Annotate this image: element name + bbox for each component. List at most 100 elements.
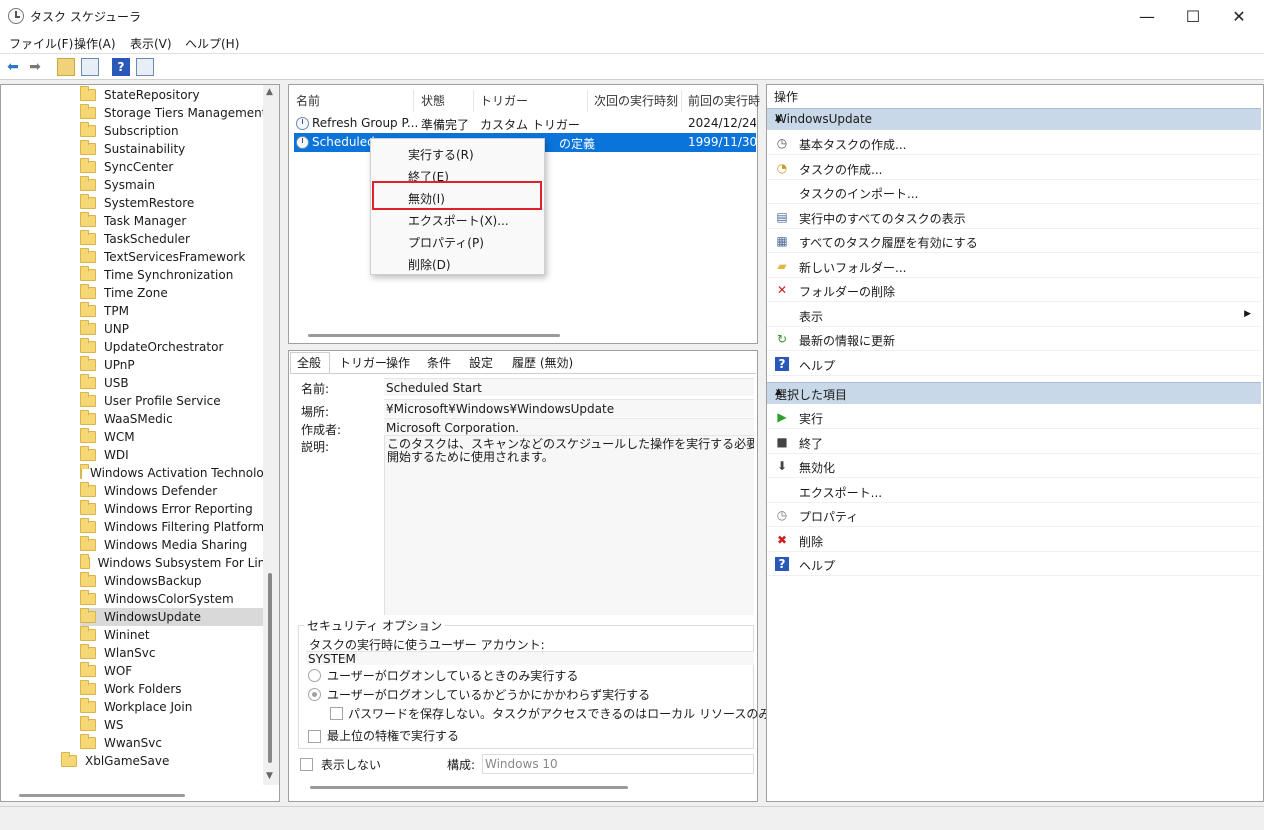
action-item[interactable]: タスクのインポート... <box>767 180 1261 204</box>
action-item[interactable]: ▦ すべてのタスク履歴を有効にする <box>767 229 1261 253</box>
tree-folder-item[interactable]: Windows Media Sharing <box>80 536 279 554</box>
column-trigger[interactable]: トリガー <box>480 92 528 109</box>
tree-folder-item[interactable]: SystemRestore <box>80 194 279 212</box>
tree-folder-item[interactable]: Windows Subsystem For Linux <box>80 554 279 572</box>
column-next-run[interactable]: 次回の実行時刻 <box>594 92 678 109</box>
column-last-run[interactable]: 前回の実行時 <box>688 92 760 109</box>
tree-folder-item[interactable]: Windows Error Reporting <box>80 500 279 518</box>
tree-folder-item[interactable]: Windows Defender <box>80 482 279 500</box>
tree-folder-item[interactable]: TaskScheduler <box>80 230 279 248</box>
radio-logged-on-or-not[interactable] <box>308 688 321 701</box>
menu-action[interactable]: 操作(A) <box>74 35 116 52</box>
section-selected-item[interactable]: 選択した項目 ▲ <box>767 382 1261 404</box>
tree-folder-item[interactable]: WS <box>80 716 279 734</box>
action-item[interactable]: ? ヘルプ <box>767 552 1261 576</box>
tree-folder-item[interactable]: WOF <box>80 662 279 680</box>
tree-folder-item[interactable]: USB <box>80 374 279 392</box>
tree-folder-item[interactable]: User Profile Service <box>80 392 279 410</box>
forward-icon[interactable]: ➡ <box>26 58 44 76</box>
action-item[interactable]: ✖ 削除 <box>767 528 1261 552</box>
action-item[interactable]: ▶ 実行 <box>767 405 1261 429</box>
tree-folder-item[interactable]: WindowsBackup <box>80 572 279 590</box>
radio-logged-on-only[interactable] <box>308 669 321 682</box>
tree-hscrollbar[interactable] <box>19 794 185 797</box>
checkbox-no-password[interactable] <box>330 707 343 720</box>
ctx-delete[interactable]: 削除(D) <box>408 256 451 273</box>
up-folder-icon[interactable] <box>57 58 75 76</box>
action-item[interactable]: ◷ 基本タスクの作成... <box>767 131 1261 155</box>
name-field[interactable]: Scheduled Start <box>384 378 754 396</box>
action-item[interactable]: ▤ 実行中のすべてのタスクの表示 <box>767 205 1261 229</box>
action-item[interactable]: ◷ プロパティ <box>767 503 1261 527</box>
description-field[interactable]: このタスクは、スキャンなどのスケジュールした操作を実行する必要がある場合に 開始… <box>384 435 754 615</box>
ctx-run[interactable]: 実行する(R) <box>408 146 474 163</box>
menu-file[interactable]: ファイル(F) <box>9 35 73 52</box>
tree-folder-item[interactable]: Wininet <box>80 626 279 644</box>
back-icon[interactable]: ⬅ <box>4 58 22 76</box>
task-list-hscrollbar[interactable] <box>308 334 560 337</box>
tree-folder-item[interactable]: StateRepository <box>80 86 279 104</box>
tree-folder-item[interactable]: WindowsUpdate <box>80 608 279 626</box>
ctx-export[interactable]: エクスポート(X)... <box>408 212 509 229</box>
minimize-button[interactable]: — <box>1124 0 1170 32</box>
tree-folder-item[interactable]: Windows Activation Technologies <box>80 464 279 482</box>
action-item[interactable]: ◔ タスクの作成... <box>767 156 1261 180</box>
ctx-properties[interactable]: プロパティ(P) <box>408 234 484 251</box>
action-item[interactable]: ■ 終了 <box>767 430 1261 454</box>
action-item[interactable]: ✕ フォルダーの削除 <box>767 278 1261 302</box>
scroll-down-icon[interactable]: ▼ <box>266 771 273 781</box>
show-hide-tree-icon[interactable] <box>81 58 99 76</box>
tree-folder-item[interactable]: UNP <box>80 320 279 338</box>
tree-folder-item[interactable]: WaaSMedic <box>80 410 279 428</box>
tab-history[interactable]: 履歴 (無効) <box>512 354 573 371</box>
tree-folder-item[interactable]: WCM <box>80 428 279 446</box>
close-button[interactable]: ✕ <box>1216 0 1262 32</box>
tree-folder-item[interactable]: Sustainability <box>80 140 279 158</box>
tree-folder-item[interactable]: TextServicesFramework <box>80 248 279 266</box>
config-select[interactable]: Windows 10 <box>482 754 754 774</box>
action-item[interactable]: ? ヘルプ <box>767 352 1261 376</box>
action-item[interactable]: エクスポート... <box>767 479 1261 503</box>
tree-folder-item[interactable]: Time Synchronization <box>80 266 279 284</box>
action-item[interactable]: ▰ 新しいフォルダー... <box>767 254 1261 278</box>
show-hide-action-pane-icon[interactable] <box>136 58 154 76</box>
tree-folder-item[interactable]: Task Manager <box>80 212 279 230</box>
tree-folder-item[interactable]: SyncCenter <box>80 158 279 176</box>
details-hscrollbar[interactable] <box>310 786 628 789</box>
task-row[interactable]: Refresh Group P... 準備完了 カスタム トリガー 2024/1… <box>294 114 756 133</box>
action-item[interactable]: 表示 ▶ <box>767 303 1261 327</box>
tree-folder-item[interactable]: WwanSvc <box>80 734 279 752</box>
tree-folder-item[interactable]: Subscription <box>80 122 279 140</box>
tree-folder-item[interactable]: UPnP <box>80 356 279 374</box>
tree-folder-item[interactable]: Time Zone <box>80 284 279 302</box>
tree-folder-item[interactable]: WDI <box>80 446 279 464</box>
tab-triggers[interactable]: トリガー <box>339 354 387 371</box>
action-item[interactable]: ↻ 最新の情報に更新 <box>767 327 1261 351</box>
tab-conditions[interactable]: 条件 <box>427 354 451 371</box>
tree-folder-item[interactable]: XblGameSave <box>61 752 169 770</box>
menu-view[interactable]: 表示(V) <box>130 35 172 52</box>
tab-general[interactable]: 全般 <box>297 354 321 371</box>
action-item[interactable]: ⬇ 無効化 <box>767 454 1261 478</box>
column-name[interactable]: 名前 <box>296 92 320 109</box>
checkbox-highest-privileges[interactable] <box>308 730 321 743</box>
tab-actions[interactable]: 操作 <box>386 354 410 371</box>
tree-folder-item[interactable]: Work Folders <box>80 680 279 698</box>
collapse-icon[interactable]: ▲ <box>775 113 1253 123</box>
tree-folder-item[interactable]: WindowsColorSystem <box>80 590 279 608</box>
tab-settings[interactable]: 設定 <box>469 354 493 371</box>
menu-help[interactable]: ヘルプ(H) <box>185 35 239 52</box>
collapse-icon[interactable]: ▲ <box>775 387 1253 397</box>
tree-vscrollbar[interactable]: ▲ ▼ <box>263 85 279 785</box>
maximize-button[interactable]: ☐ <box>1170 0 1216 32</box>
help-toolbar-icon[interactable]: ? <box>112 58 130 76</box>
checkbox-hidden[interactable] <box>300 758 313 771</box>
tree-folder-item[interactable]: UpdateOrchestrator <box>80 338 279 356</box>
tree-folder-item[interactable]: WlanSvc <box>80 644 279 662</box>
tree-folder-item[interactable]: Windows Filtering Platform <box>80 518 279 536</box>
scroll-up-icon[interactable]: ▲ <box>266 87 273 97</box>
tree-folder-item[interactable]: TPM <box>80 302 279 320</box>
tree-folder-item[interactable]: Storage Tiers Management <box>80 104 279 122</box>
tree-folder-item[interactable]: Workplace Join <box>80 698 279 716</box>
scroll-thumb[interactable] <box>268 573 272 763</box>
